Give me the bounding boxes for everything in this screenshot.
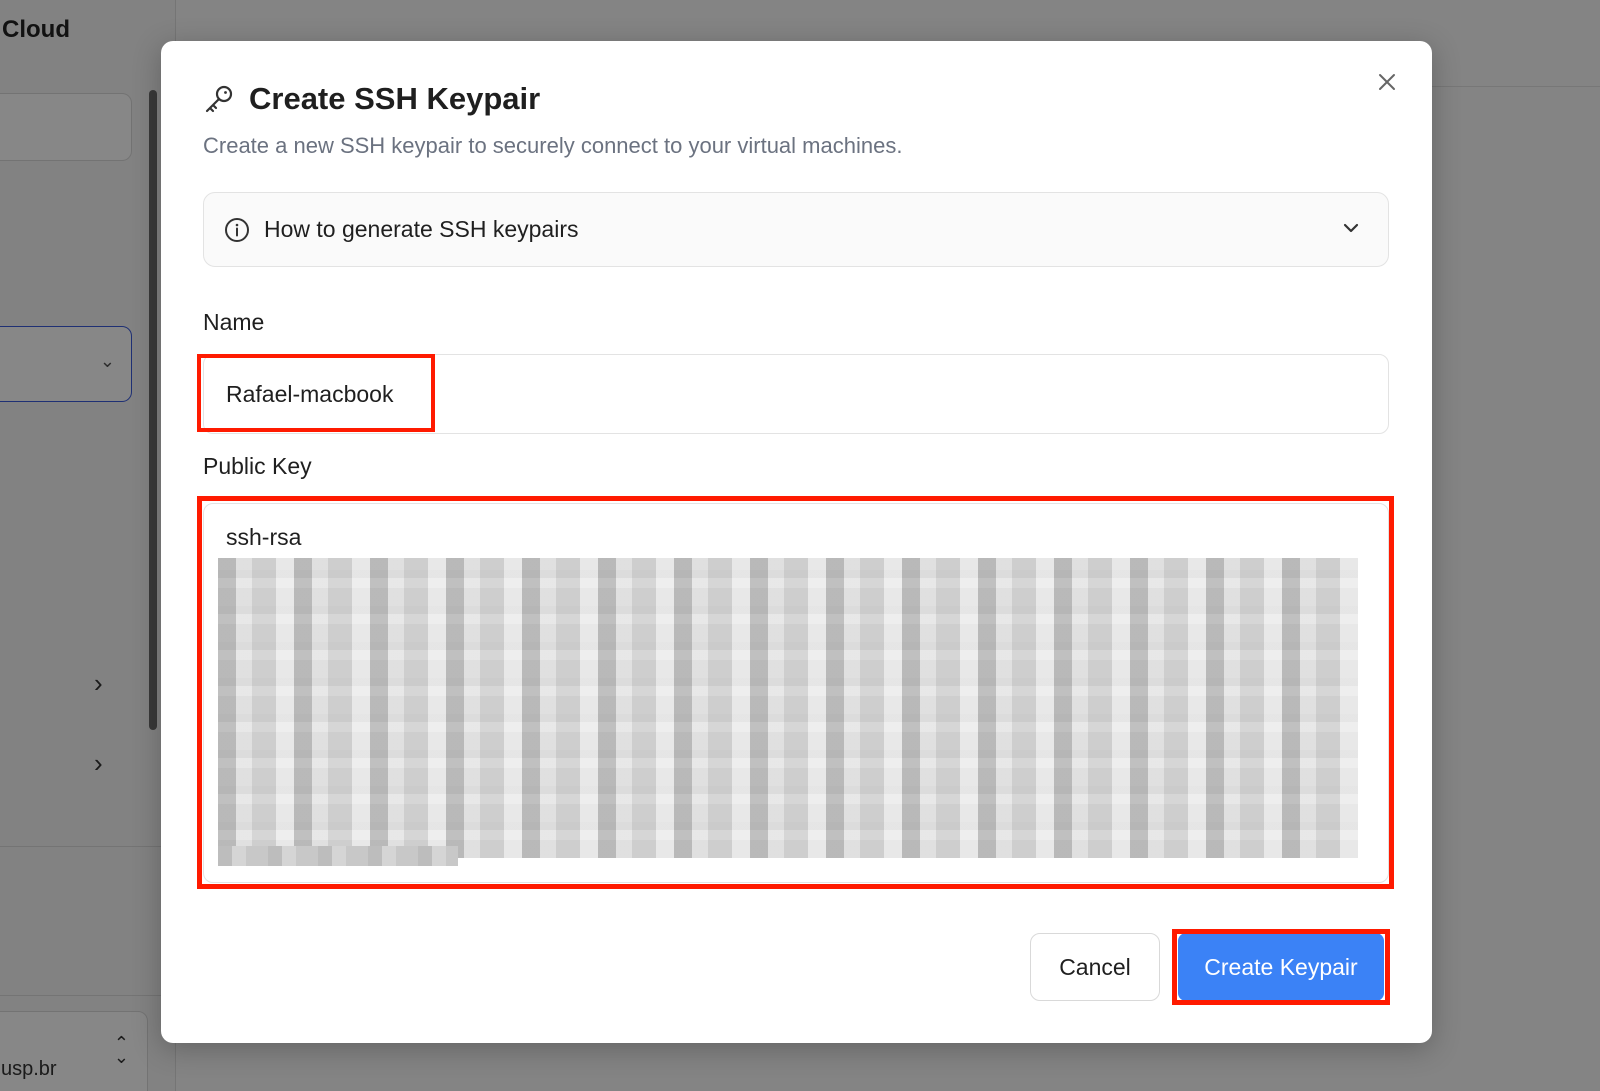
accordion-label: How to generate SSH keypairs	[264, 216, 579, 242]
key-icon	[205, 85, 233, 113]
create-keypair-button[interactable]: Create Keypair	[1178, 933, 1384, 1001]
name-input[interactable]	[203, 354, 1389, 434]
create-keypair-dialog: Create SSH Keypair Create a new SSH keyp…	[161, 41, 1432, 1043]
redacted-key-content	[218, 558, 1358, 858]
ssh-help-accordion[interactable]: How to generate SSH keypairs	[203, 192, 1389, 267]
close-button[interactable]	[1372, 67, 1402, 97]
info-icon	[224, 217, 250, 243]
name-label: Name	[203, 309, 265, 335]
close-icon	[1379, 74, 1395, 90]
dialog-header: Create SSH Keypair	[203, 81, 540, 117]
dialog-title: Create SSH Keypair	[249, 81, 541, 116]
dialog-subtitle: Create a new SSH keypair to securely con…	[203, 133, 903, 158]
chevron-down-icon	[1340, 217, 1362, 244]
redacted-key-tail	[218, 846, 458, 866]
public-key-textarea[interactable]: ssh-rsa	[203, 503, 1389, 883]
public-key-prefix: ssh-rsa	[226, 524, 302, 550]
public-key-label: Public Key	[203, 453, 312, 479]
cancel-button[interactable]: Cancel	[1030, 933, 1160, 1001]
